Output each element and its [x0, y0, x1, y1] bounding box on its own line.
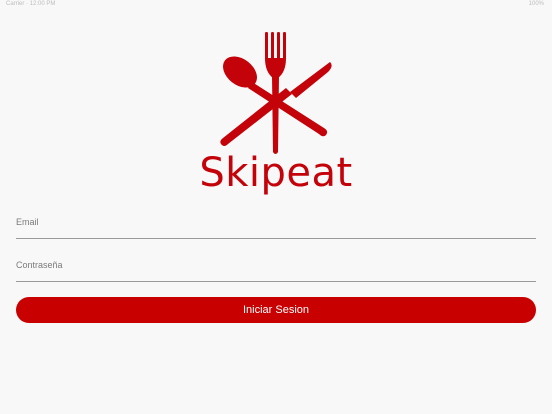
status-carrier-time: Carrier · 12:00 PM [6, 1, 56, 7]
brand-name: Skipeat [199, 150, 353, 196]
password-field[interactable] [16, 255, 536, 282]
login-button[interactable]: Iniciar Sesion [16, 297, 536, 323]
email-field[interactable] [16, 212, 536, 239]
password-input[interactable] [16, 255, 536, 275]
email-input[interactable] [16, 212, 536, 232]
spoon-fork-knife-icon [220, 32, 332, 154]
status-bar: Carrier · 12:00 PM 100% [0, 0, 552, 10]
status-battery: 100% [528, 1, 544, 7]
login-screen: Carrier · 12:00 PM 100% Skipeat Email In… [0, 0, 552, 414]
